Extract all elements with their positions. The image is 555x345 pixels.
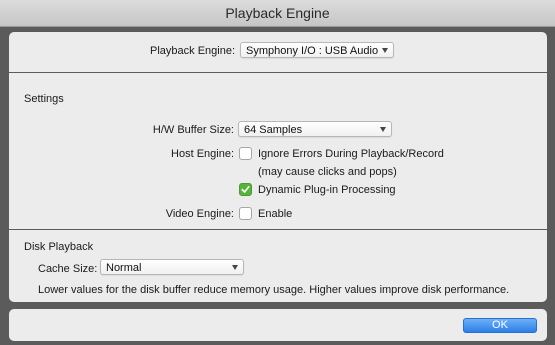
chevron-down-icon [232,265,238,270]
buffer-size-label: H/W Buffer Size: [152,124,234,136]
window-title: Playback Engine [0,0,555,27]
playback-engine-value: Symphony I/O : USB Audio [246,45,379,57]
cache-size-select[interactable]: Normal [100,259,244,275]
video-enable-label: Enable [258,208,293,220]
host-engine-label: Host Engine: [171,148,234,160]
ignore-errors-checkbox[interactable] [239,147,252,160]
ok-button[interactable]: OK [463,318,537,333]
video-engine-label: Video Engine: [165,208,234,220]
playback-engine-label: Playback Engine: [150,45,235,57]
dynamic-plugin-label: Dynamic Plug-in Processing [258,184,396,196]
checkmark-icon [241,186,250,193]
ignore-errors-note: (may cause clicks and pops) [258,166,397,178]
ignore-errors-label: Ignore Errors During Playback/Record [258,148,444,160]
playback-engine-dialog: Playback Engine Playback Engine: Symphon… [0,0,555,345]
disk-playback-title: Disk Playback [24,241,94,253]
chevron-down-icon [382,48,388,53]
buffer-size-select[interactable]: 64 Samples [238,121,392,137]
chevron-down-icon [380,127,386,132]
settings-section-title: Settings [24,93,64,105]
buffer-size-value: 64 Samples [244,124,303,136]
cache-size-value: Normal [106,262,142,274]
video-enable-checkbox[interactable] [239,207,252,220]
dynamic-plugin-checkbox[interactable] [239,183,252,196]
cache-size-label: Cache Size: [38,263,98,275]
disk-buffer-note: Lower values for the disk buffer reduce … [38,284,510,296]
playback-engine-select[interactable]: Symphony I/O : USB Audio [240,42,394,58]
